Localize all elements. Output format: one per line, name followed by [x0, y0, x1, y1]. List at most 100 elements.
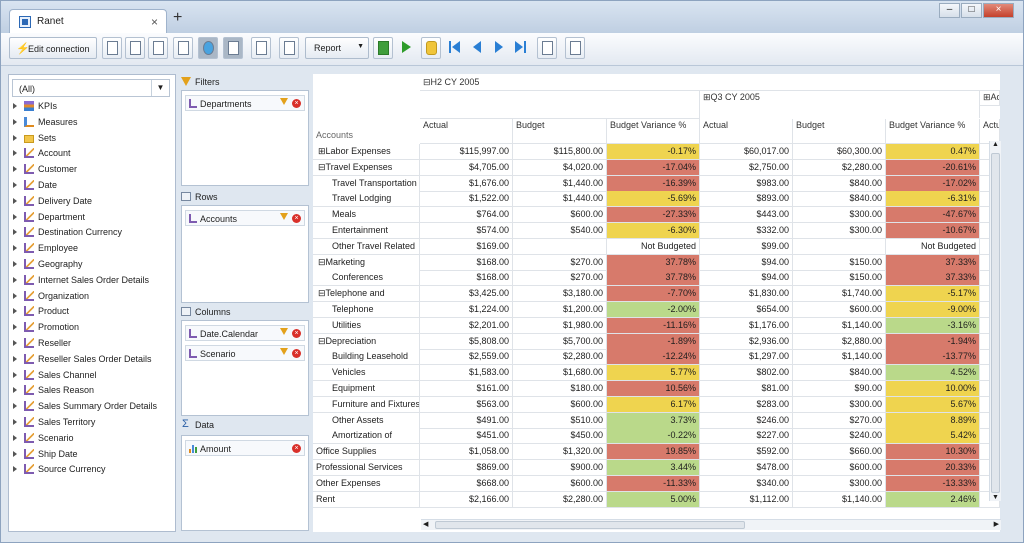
remove-icon[interactable]: × — [292, 214, 301, 223]
scroll-up-icon[interactable]: ▲ — [992, 141, 999, 148]
tree-item[interactable]: Department — [13, 211, 173, 225]
collapse-icon[interactable]: ⊟ — [318, 336, 326, 346]
play-icon[interactable] — [397, 37, 417, 59]
scroll-down-icon[interactable]: ▼ — [992, 494, 999, 501]
previous-page-icon[interactable] — [467, 37, 487, 59]
tree-item[interactable]: Date — [13, 179, 173, 193]
expand-arrow-icon[interactable] — [13, 213, 17, 220]
copy-icon[interactable] — [279, 37, 299, 59]
tree-item[interactable]: Ship Date — [13, 448, 173, 462]
expand-arrow-icon[interactable] — [13, 308, 17, 315]
tree-item[interactable]: Sales Reason — [13, 384, 173, 398]
expand-arrow-icon[interactable] — [13, 182, 17, 188]
expand-arrow-icon[interactable] — [13, 387, 17, 394]
data-field-amount[interactable]: Amount × — [185, 440, 305, 456]
data-drop-area[interactable]: Amount × — [181, 435, 309, 531]
tree-item[interactable]: Reseller — [13, 337, 173, 351]
expand-arrow-icon[interactable] — [13, 355, 17, 362]
first-page-icon[interactable] — [445, 37, 465, 59]
expand-arrow-icon[interactable] — [13, 340, 17, 346]
edit-connection-button[interactable]: ⚡ Edit connection — [9, 37, 97, 59]
minimize-button[interactable]: – — [939, 3, 960, 18]
remove-icon[interactable]: × — [292, 99, 301, 108]
column-field-date-calendar[interactable]: Date.Calendar × — [185, 325, 305, 341]
columns-drop-area[interactable]: Date.Calendar × Scenario × — [181, 320, 309, 416]
toggle-view-icon[interactable] — [198, 37, 218, 59]
tree-item[interactable]: Source Currency — [13, 463, 173, 477]
tree-item[interactable]: Sales Channel — [13, 369, 173, 383]
vertical-scrollbar[interactable]: ▲ ▼ — [989, 141, 1001, 501]
new-tab-button[interactable]: + — [173, 10, 182, 26]
tree-item[interactable]: Employee — [13, 242, 173, 256]
vertical-scroll-thumb[interactable] — [991, 153, 1000, 493]
filter-field-departments[interactable]: Departments × — [185, 95, 305, 111]
tree-item[interactable]: Sets — [13, 132, 173, 146]
funnel-icon[interactable] — [280, 213, 288, 220]
scroll-left-icon[interactable]: ◀ — [423, 520, 428, 528]
tree-item[interactable]: Destination Currency — [13, 226, 173, 240]
pointer-icon[interactable] — [223, 37, 243, 59]
tab-ranet[interactable]: Ranet × — [9, 9, 167, 33]
remove-icon[interactable]: × — [292, 329, 301, 338]
maximize-button[interactable]: □ — [961, 3, 982, 18]
expand-arrow-icon[interactable] — [13, 466, 17, 473]
funnel-icon[interactable] — [280, 328, 288, 335]
tree-item[interactable]: Delivery Date — [13, 195, 173, 209]
document-icon[interactable] — [251, 37, 271, 59]
remove-icon[interactable]: × — [292, 349, 301, 358]
expand-arrow-icon[interactable] — [13, 134, 17, 141]
tree-item[interactable]: Scenario — [13, 432, 173, 446]
expand-arrow-icon[interactable] — [13, 276, 17, 283]
export-icon[interactable] — [148, 37, 168, 59]
expand-arrow-icon[interactable] — [13, 261, 17, 267]
save-icon[interactable] — [565, 37, 585, 59]
expand-arrow-icon[interactable] — [13, 150, 17, 157]
stop-icon[interactable] — [421, 37, 441, 59]
expand-arrow-icon[interactable] — [13, 118, 17, 125]
column-field-scenario[interactable]: Scenario × — [185, 345, 305, 361]
funnel-icon[interactable] — [280, 348, 288, 355]
tree-item[interactable]: Sales Territory — [13, 416, 173, 430]
settings-icon[interactable] — [537, 37, 557, 59]
expand-arrow-icon[interactable] — [13, 197, 17, 204]
funnel-icon[interactable] — [280, 98, 288, 105]
tree-item[interactable]: Measures — [13, 116, 173, 130]
new-document-icon[interactable] — [102, 37, 122, 59]
chevron-down-icon[interactable]: ▼ — [151, 80, 169, 96]
report-dropdown[interactable]: Report ▼ — [305, 37, 369, 59]
next-page-icon[interactable] — [489, 37, 509, 59]
horizontal-scroll-thumb[interactable] — [435, 521, 745, 529]
expand-arrow-icon[interactable] — [13, 166, 17, 173]
expand-arrow-icon[interactable] — [13, 324, 17, 331]
expand-arrow-icon[interactable] — [13, 419, 17, 425]
tree-item[interactable]: Account — [13, 147, 173, 161]
tree-item[interactable]: Sales Summary Order Details — [13, 400, 173, 414]
tree-item[interactable]: KPIs — [13, 100, 173, 114]
tab-close-icon[interactable]: × — [151, 15, 158, 29]
last-page-icon[interactable] — [511, 37, 531, 59]
collapse-icon[interactable]: ⊟ — [318, 288, 326, 298]
tree-item[interactable]: Geography — [13, 258, 173, 272]
tree-item[interactable]: Internet Sales Order Details — [13, 274, 173, 288]
tree-item[interactable]: Customer — [13, 163, 173, 177]
tree-item[interactable]: Product — [13, 305, 173, 319]
collapse-icon[interactable]: ⊟ — [318, 257, 326, 267]
remove-icon[interactable]: × — [292, 444, 301, 453]
tree-item[interactable]: Promotion — [13, 321, 173, 335]
expand-arrow-icon[interactable] — [13, 245, 17, 252]
expand-arrow-icon[interactable] — [13, 229, 17, 236]
rows-drop-area[interactable]: Accounts × — [181, 205, 309, 303]
close-window-button[interactable]: × — [983, 3, 1014, 18]
expand-arrow-icon[interactable] — [13, 292, 17, 299]
scroll-right-icon[interactable]: ▶ — [994, 520, 999, 528]
cube-selector[interactable]: (All) ▼ — [12, 79, 170, 97]
tree-item[interactable]: Organization — [13, 290, 173, 304]
expand-arrow-icon[interactable] — [13, 403, 17, 410]
expand-arrow-icon[interactable] — [13, 434, 17, 441]
excel-icon[interactable] — [373, 37, 393, 59]
row-field-accounts[interactable]: Accounts × — [185, 210, 305, 226]
filters-drop-area[interactable]: Departments × — [181, 90, 309, 186]
tree-item[interactable]: Reseller Sales Order Details — [13, 353, 173, 367]
expand-icon[interactable]: ⊞ — [318, 146, 326, 156]
tree-view-icon[interactable] — [173, 37, 193, 59]
